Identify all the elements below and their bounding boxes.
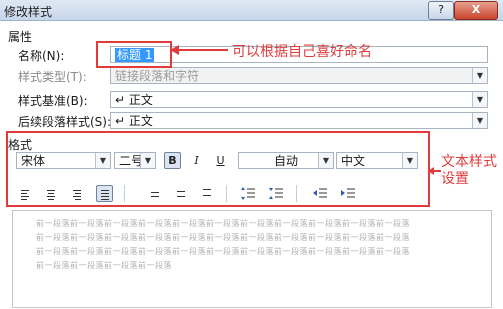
- format-annotation-line1: 文本样式: [441, 154, 497, 170]
- next-style-label: 后续段落样式(S):: [18, 115, 112, 129]
- properties-heading: 属性: [8, 30, 33, 44]
- arrow-left-icon: [428, 167, 441, 175]
- name-label: 名称(N):: [18, 49, 65, 63]
- style-base-select[interactable]: ↵ 正文 ▼: [110, 91, 488, 108]
- style-type-label: 样式类型(T):: [18, 70, 87, 84]
- preview-line-4: 前一段落前一段落前一段落前一段落: [36, 261, 172, 270]
- help-button[interactable]: ?: [428, 1, 454, 20]
- format-annotation: 文本样式 设置: [441, 154, 497, 188]
- preview-line-1: 前一段落前一段落前一段落前一段落前一段落前一段落前一段落前一段落前一段落前一段落…: [36, 219, 410, 228]
- preview-line-2: 前一段落前一段落前一段落前一段落前一段落前一段落前一段落前一段落前一段落前一段落…: [36, 233, 410, 242]
- arrow-left-icon: [170, 45, 228, 55]
- style-base-value: ↵ 正文: [115, 93, 153, 107]
- name-annotation: 可以根据自己喜好命名: [232, 44, 372, 60]
- name-highlight-box: [96, 41, 172, 68]
- next-style-value: ↵ 正文: [115, 114, 153, 128]
- format-highlight-box: [6, 131, 430, 207]
- chevron-down-icon: ▼: [472, 68, 487, 83]
- format-annotation-line2: 设置: [441, 171, 469, 187]
- chevron-down-icon: ▼: [472, 92, 487, 107]
- title-bar: 修改样式 ? X: [0, 0, 503, 21]
- style-base-label: 样式基准(B):: [18, 94, 88, 108]
- style-type-select[interactable]: 链接段落和字符 ▼: [110, 67, 488, 84]
- close-button[interactable]: X: [454, 1, 498, 20]
- chevron-down-icon: ▼: [472, 113, 487, 128]
- dialog-title: 修改样式: [4, 5, 53, 19]
- next-style-select[interactable]: ↵ 正文 ▼: [110, 112, 488, 129]
- style-type-value: 链接段落和字符: [115, 69, 200, 83]
- preview-line-3: 前一段落前一段落前一段落前一段落前一段落前一段落前一段落前一段落前一段落前一段落…: [36, 247, 410, 256]
